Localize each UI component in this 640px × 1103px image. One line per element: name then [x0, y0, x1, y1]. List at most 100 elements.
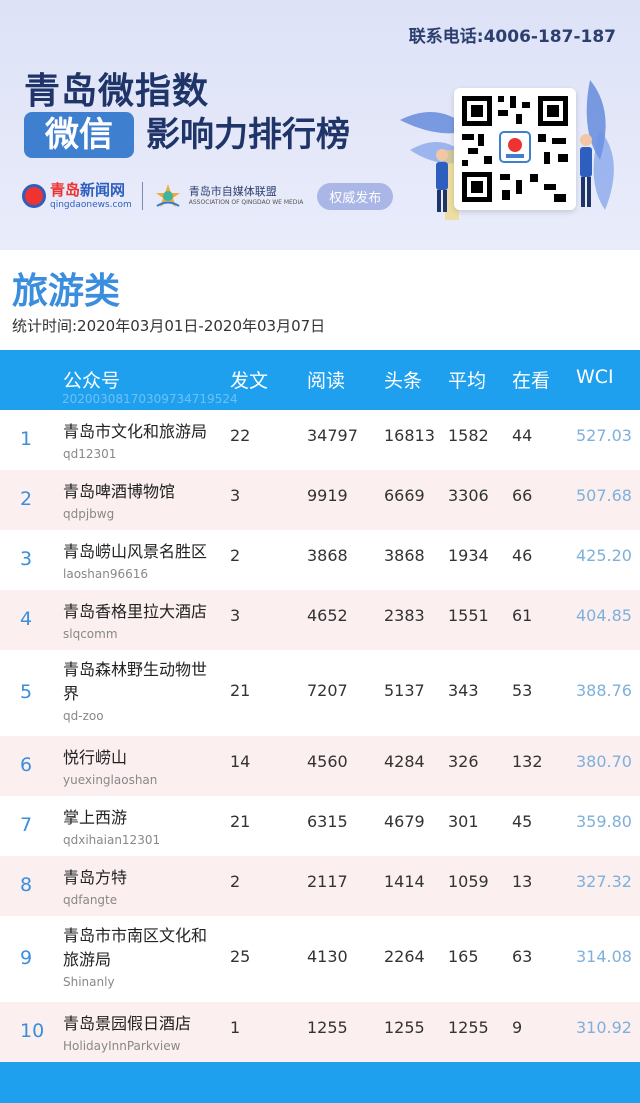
- likes-value: 66: [512, 486, 533, 505]
- account-name[interactable]: 悦行崂山: [63, 746, 213, 770]
- rank-number: 5: [20, 681, 33, 703]
- headline-value: 3868: [384, 546, 425, 565]
- account-name[interactable]: 青岛市文化和旅游局: [63, 420, 213, 444]
- qingdaonews-name: 青岛新闻网: [50, 182, 132, 198]
- account-name[interactable]: 青岛森林野生动物世界: [63, 658, 213, 706]
- reads-value: 4652: [307, 606, 348, 625]
- logo-divider: [141, 182, 143, 210]
- posts-value: 2: [230, 546, 241, 565]
- average-value: 1934: [448, 546, 489, 565]
- reads-value: 7207: [307, 681, 348, 700]
- wci-value: 314.08: [576, 947, 632, 966]
- likes-value: 132: [512, 752, 543, 771]
- reads-value: 9919: [307, 486, 348, 505]
- account-name[interactable]: 掌上西游: [63, 806, 213, 830]
- reads-value: 4130: [307, 947, 348, 966]
- likes-value: 45: [512, 812, 533, 831]
- header-headline: 头条: [384, 370, 423, 392]
- wci-value: 388.76: [576, 681, 632, 700]
- posts-value: 2: [230, 872, 241, 891]
- rank-number: 9: [20, 947, 33, 969]
- reads-value: 3868: [307, 546, 348, 565]
- account-id: slqcomm: [63, 627, 118, 641]
- wci-value: 310.92: [576, 1018, 632, 1037]
- publish-badge: 权威发布: [317, 182, 394, 210]
- table-row: 8 青岛方特 qdfangte 2 2117 1414 1059 13 327.32: [0, 856, 640, 916]
- headline-value: 6669: [384, 486, 425, 505]
- account-info: 青岛香格里拉大酒店 slqcomm: [63, 600, 213, 642]
- likes-value: 46: [512, 546, 533, 565]
- average-value: 326: [448, 752, 479, 771]
- table-row: 10 青岛景园假日酒店 HolidayInnParkview 1 1255 1255 125…: [0, 1002, 640, 1062]
- header-account: 公众号: [63, 370, 121, 392]
- average-value: 165: [448, 947, 479, 966]
- table-header: 公众号 发文 阅读 头条 平均 在看 WCI 20200308170309734…: [0, 350, 640, 410]
- qingdaonews-logo-icon: [22, 184, 46, 208]
- posts-value: 22: [230, 426, 251, 445]
- wci-value: 527.03: [576, 426, 632, 445]
- headline-value: 16813: [384, 426, 435, 445]
- logo-row: 青岛新闻网 qingdaonews.com 青岛市自媒体联盟 ASSOCIATI…: [22, 178, 394, 214]
- headline-value: 1414: [384, 872, 425, 891]
- wci-value: 380.70: [576, 752, 632, 771]
- headline-value: 2264: [384, 947, 425, 966]
- header-wci: WCI: [576, 366, 614, 388]
- account-id: qd-zoo: [63, 709, 104, 723]
- account-id: qdxihaian12301: [63, 833, 161, 847]
- rank-number: 1: [20, 428, 33, 450]
- posts-value: 21: [230, 681, 251, 700]
- account-name[interactable]: 青岛崂山风景名胜区: [63, 540, 213, 564]
- wci-value: 359.80: [576, 812, 632, 831]
- reads-value: 2117: [307, 872, 348, 891]
- rank-number: 6: [20, 754, 33, 776]
- wci-value: 507.68: [576, 486, 632, 505]
- account-name[interactable]: 青岛市市南区文化和旅游局: [63, 924, 213, 972]
- headline-value: 4284: [384, 752, 425, 771]
- table-row: 4 青岛香格里拉大酒店 slqcomm 3 4652 2383 1551 61 404.85: [0, 590, 640, 650]
- alliance-name: 青岛市自媒体联盟: [188, 185, 277, 198]
- wci-value: 404.85: [576, 606, 632, 625]
- likes-value: 53: [512, 681, 533, 700]
- header-banner: 联系电话:4006-187-187 青岛微指数 微信 影响力排行榜 青岛新闻网 …: [0, 0, 640, 250]
- rank-number: 10: [20, 1020, 45, 1042]
- account-info: 青岛方特 qdfangte: [63, 866, 213, 908]
- rank-number: 2: [20, 488, 33, 510]
- headline-value: 5137: [384, 681, 425, 700]
- average-value: 301: [448, 812, 479, 831]
- account-info: 青岛景园假日酒店 HolidayInnParkview: [63, 1012, 213, 1054]
- rank-number: 7: [20, 814, 33, 836]
- account-id: qd12301: [63, 447, 117, 461]
- banner-title-main: 青岛微指数: [24, 71, 210, 112]
- ranking-table: 公众号 发文 阅读 头条 平均 在看 WCI 20200308170309734…: [0, 350, 640, 1062]
- posts-value: 1: [230, 1018, 241, 1037]
- posts-value: 3: [230, 606, 241, 625]
- account-name[interactable]: 青岛景园假日酒店: [63, 1012, 213, 1036]
- reads-value: 4560: [307, 752, 348, 771]
- account-info: 青岛啤酒博物馆 qdpjbwg: [63, 480, 213, 522]
- rank-number: 3: [20, 548, 33, 570]
- footer-bar: [0, 1062, 640, 1103]
- table-row: 7 掌上西游 qdxihaian12301 21 6315 4679 301 45 359.80: [0, 796, 640, 856]
- headline-value: 4679: [384, 812, 425, 831]
- table-row: 1 青岛市文化和旅游局 qd12301 22 34797 16813 1582 44 527.0…: [0, 410, 640, 470]
- account-name[interactable]: 青岛香格里拉大酒店: [63, 600, 213, 624]
- wechat-badge: 微信: [24, 112, 134, 158]
- table-row: 2 青岛啤酒博物馆 qdpjbwg 3 9919 6669 3306 66 507.68: [0, 470, 640, 530]
- account-name[interactable]: 青岛啤酒博物馆: [63, 480, 213, 504]
- average-value: 1059: [448, 872, 489, 891]
- average-value: 1255: [448, 1018, 489, 1037]
- table-row: 6 悦行崂山 yuexinglaoshan 14 4560 4284 326 132 380.7…: [0, 736, 640, 796]
- likes-value: 61: [512, 606, 533, 625]
- likes-value: 9: [512, 1018, 523, 1037]
- qingdaonews-url: qingdaonews.com: [50, 199, 132, 210]
- reads-value: 6315: [307, 812, 348, 831]
- account-info: 悦行崂山 yuexinglaoshan: [63, 746, 213, 788]
- posts-value: 14: [230, 752, 251, 771]
- table-row: 3 青岛崂山风景名胜区 laoshan96616 2 3868 3868 1934 46 425…: [0, 530, 640, 590]
- table-row: 9 青岛市市南区文化和旅游局 Shinanly 25 4130 2264 165 63 314.…: [0, 916, 640, 1002]
- reads-value: 34797: [307, 426, 358, 445]
- account-name[interactable]: 青岛方特: [63, 866, 213, 890]
- wci-value: 327.32: [576, 872, 632, 891]
- rank-number: 8: [20, 874, 33, 896]
- account-id: Shinanly: [63, 975, 115, 989]
